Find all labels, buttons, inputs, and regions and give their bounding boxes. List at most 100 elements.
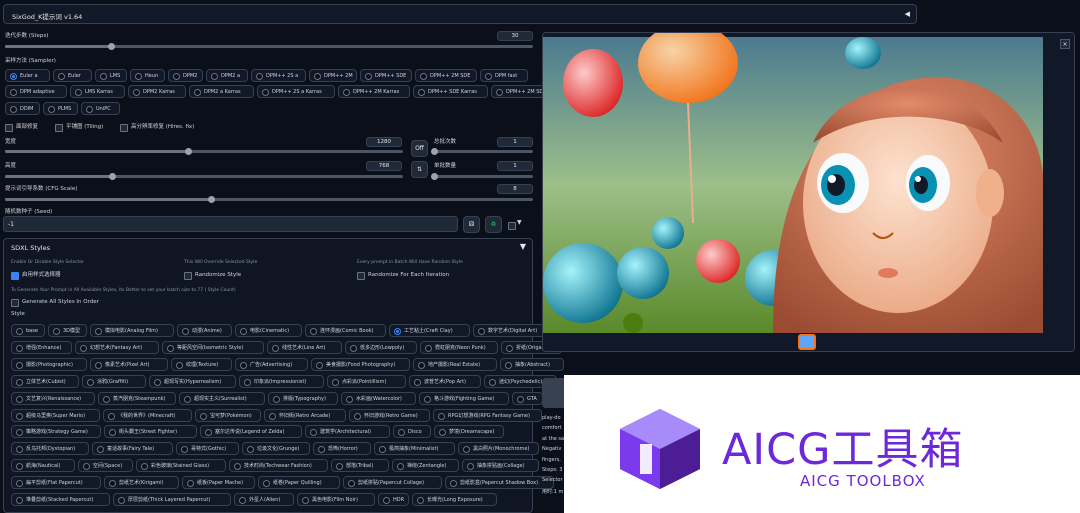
style-option[interactable]: 技术时尚(Techwear Fashion) <box>229 459 328 473</box>
style-option[interactable]: 印象派(Impressionist) <box>239 374 324 388</box>
style-option[interactable]: 超现写实(Hyperrealism) <box>149 374 236 388</box>
width-slider-handle[interactable] <box>185 148 193 155</box>
collapse-triangle-icon[interactable]: ▼ <box>520 242 526 251</box>
height-slider-handle[interactable] <box>109 173 117 180</box>
sampler-option[interactable]: DPM2 a Karras <box>189 85 254 98</box>
sampler-option[interactable]: DPM2 Karras <box>128 85 186 98</box>
style-option[interactable]: 像素艺术(Pixel Art) <box>90 357 168 371</box>
triangle-down-icon[interactable]: ▼ <box>517 219 522 226</box>
swap-arrows-icon[interactable]: ⇅ <box>411 161 428 178</box>
close-icon[interactable]: × <box>1060 39 1070 49</box>
style-option[interactable]: 《我的世界》(Minecraft) <box>103 408 192 422</box>
style-option[interactable]: 纹理(Texture) <box>171 357 232 371</box>
style-option[interactable]: 水彩画(Watercolor) <box>341 391 416 405</box>
style-option[interactable]: 堆叠剪纸(Stacked Papercut) <box>11 493 110 506</box>
style-option[interactable]: 蒸汽朋克(Steampunk) <box>98 391 176 405</box>
style-option[interactable]: 禅绕(Zentangle) <box>392 459 459 473</box>
style-option[interactable]: 连环漫画(Comic Book) <box>305 324 386 337</box>
style-option[interactable]: 涂鸦(Graffiti) <box>82 374 146 388</box>
sampler-option[interactable]: DPM++ 2M Karras <box>338 85 410 98</box>
sampler-option[interactable]: DDIM <box>5 102 40 115</box>
style-option[interactable]: 童话故事(Fairy Tale) <box>92 442 173 456</box>
style-option[interactable]: GTA <box>512 391 543 405</box>
style-option[interactable]: 恐怖(Horror) <box>313 442 371 456</box>
generate-all-checkbox[interactable]: Generate All Styles In Order <box>11 297 99 307</box>
style-option[interactable]: 剪纸拼贴(Papercut Collage) <box>343 476 442 490</box>
style-option[interactable]: 文艺复兴(Renaissance) <box>11 391 95 405</box>
sampler-option[interactable]: DPM adaptive <box>5 85 67 98</box>
style-option[interactable]: 策略游戏(Strategy Game) <box>11 425 101 439</box>
batch-count-handle[interactable] <box>431 148 438 155</box>
style-option[interactable]: 极简抽象(Minimalist) <box>374 442 455 456</box>
randomize-each-checkbox[interactable]: Randomize For Each Iteration <box>357 270 449 280</box>
style-option[interactable]: Disco <box>393 425 431 439</box>
sampler-option[interactable]: DPM++ SDE Karras <box>413 85 488 98</box>
style-option[interactable]: 外星人(Alien) <box>234 493 294 506</box>
style-option[interactable]: 纸板(Paper Mache) <box>182 476 255 490</box>
batch-count-input[interactable]: 1 <box>497 137 533 147</box>
style-option[interactable]: 等距风空间(Isometric Style) <box>162 340 264 354</box>
sampler-option[interactable]: DPM++ 2S a <box>251 69 306 82</box>
triangle-left-icon[interactable]: ◀ <box>905 10 910 18</box>
style-option[interactable]: 动漫(Anime) <box>177 324 232 337</box>
sampler-option[interactable]: Euler <box>53 69 92 82</box>
style-option[interactable]: 超现实主义(Surrealist) <box>179 391 265 405</box>
style-option[interactable]: 波普艺术(Pop Art) <box>409 374 481 388</box>
seed-input[interactable]: -1 <box>3 216 458 232</box>
style-option[interactable]: 航海(Nautical) <box>11 459 75 473</box>
sampler-option[interactable]: DPM2 a <box>206 69 248 82</box>
sampler-option[interactable]: LMS <box>95 69 127 82</box>
style-option[interactable]: 厚层剪纸(Thick Layered Papercut) <box>113 493 231 506</box>
style-option[interactable]: 地产摄影(Real Estate) <box>413 357 497 371</box>
style-option[interactable]: 霓虹朋克(Neon Punk) <box>420 340 498 354</box>
sampler-option[interactable]: DPM++ 2S a Karras <box>257 85 335 98</box>
cfg-slider[interactable] <box>5 196 533 203</box>
randomize-style-checkbox[interactable]: Randomize Style <box>184 270 241 280</box>
style-option[interactable]: 空间(Space) <box>78 459 133 473</box>
enable-style-checkbox[interactable]: 启用样式选择器 <box>11 270 61 280</box>
generated-image-frame[interactable]: × <box>542 32 1075 352</box>
cfg-input[interactable]: 8 <box>497 184 533 194</box>
style-option[interactable]: 怀旧街(Retro Arcade) <box>264 408 346 422</box>
style-option[interactable]: 垃圾文化(Grunge) <box>242 442 310 456</box>
style-option[interactable]: 美食摄影(Food Photography) <box>311 357 410 371</box>
sampler-option[interactable]: LMS Karras <box>70 85 125 98</box>
style-option[interactable]: 3D模型 <box>48 324 87 337</box>
app-header[interactable]: SixGod_K提示词 v1.64 ◀ <box>3 4 917 24</box>
hires-fix-checkbox[interactable]: 高分辨率修复 (Hires. fix) <box>120 122 194 132</box>
sampler-option[interactable]: Euler a <box>5 69 50 82</box>
height-input[interactable]: 768 <box>366 161 402 171</box>
style-option[interactable]: 排版(Typography) <box>268 391 338 405</box>
style-option[interactable]: 广告(Advertising) <box>235 357 308 371</box>
style-option[interactable]: 超级马里奥(Super Mario) <box>11 408 100 422</box>
style-option[interactable]: 低多边形(Lowpoly) <box>345 340 417 354</box>
width-slider[interactable] <box>5 148 403 155</box>
style-option[interactable]: 剪纸艺术(Kirigami) <box>104 476 179 490</box>
style-option[interactable]: 增强(Enhance) <box>11 340 72 354</box>
off-button[interactable]: Off <box>411 140 428 157</box>
sampler-option[interactable]: DPM++ 2M SDE <box>415 69 477 82</box>
batch-size-input[interactable]: 1 <box>497 161 533 171</box>
style-option[interactable]: 剪纸影盒(Papercut Shadow Box) <box>445 476 554 490</box>
style-option[interactable]: 街头霸王(Street Fighter) <box>104 425 197 439</box>
style-option[interactable]: 黑白照片(Monochrome) <box>458 442 539 456</box>
steps-slider-handle[interactable] <box>107 43 115 50</box>
height-slider[interactable] <box>5 173 403 180</box>
style-option[interactable]: RPG幻想游戏(RPG Fantasy Game) <box>433 408 542 422</box>
style-option[interactable]: HDR <box>378 493 409 506</box>
sampler-option[interactable]: DPM fast <box>480 69 528 82</box>
sampler-option[interactable]: UniPC <box>81 102 120 115</box>
style-option[interactable]: 摄影(Photographic) <box>11 357 87 371</box>
style-option[interactable]: 建筑学(Architectural) <box>305 425 390 439</box>
recycle-icon[interactable]: ♻ <box>485 216 502 233</box>
style-option[interactable]: 工艺粘土(Craft Clay) <box>389 324 470 337</box>
sampler-option[interactable]: DPM++ 2M <box>309 69 357 82</box>
style-option[interactable]: 部落(Tribal) <box>331 459 389 473</box>
style-option[interactable]: 幻想艺术(Fantasy Art) <box>75 340 159 354</box>
sampler-option[interactable]: PLMS <box>43 102 78 115</box>
sampler-option[interactable]: Heun <box>130 69 165 82</box>
sampler-option[interactable]: DPM2 <box>168 69 203 82</box>
style-option[interactable]: 哥特式(Gothic) <box>176 442 239 456</box>
style-option[interactable]: 抽象拼贴画(Collage) <box>462 459 539 473</box>
tiling-checkbox[interactable]: 平铺图 (Tiling) <box>55 122 103 132</box>
